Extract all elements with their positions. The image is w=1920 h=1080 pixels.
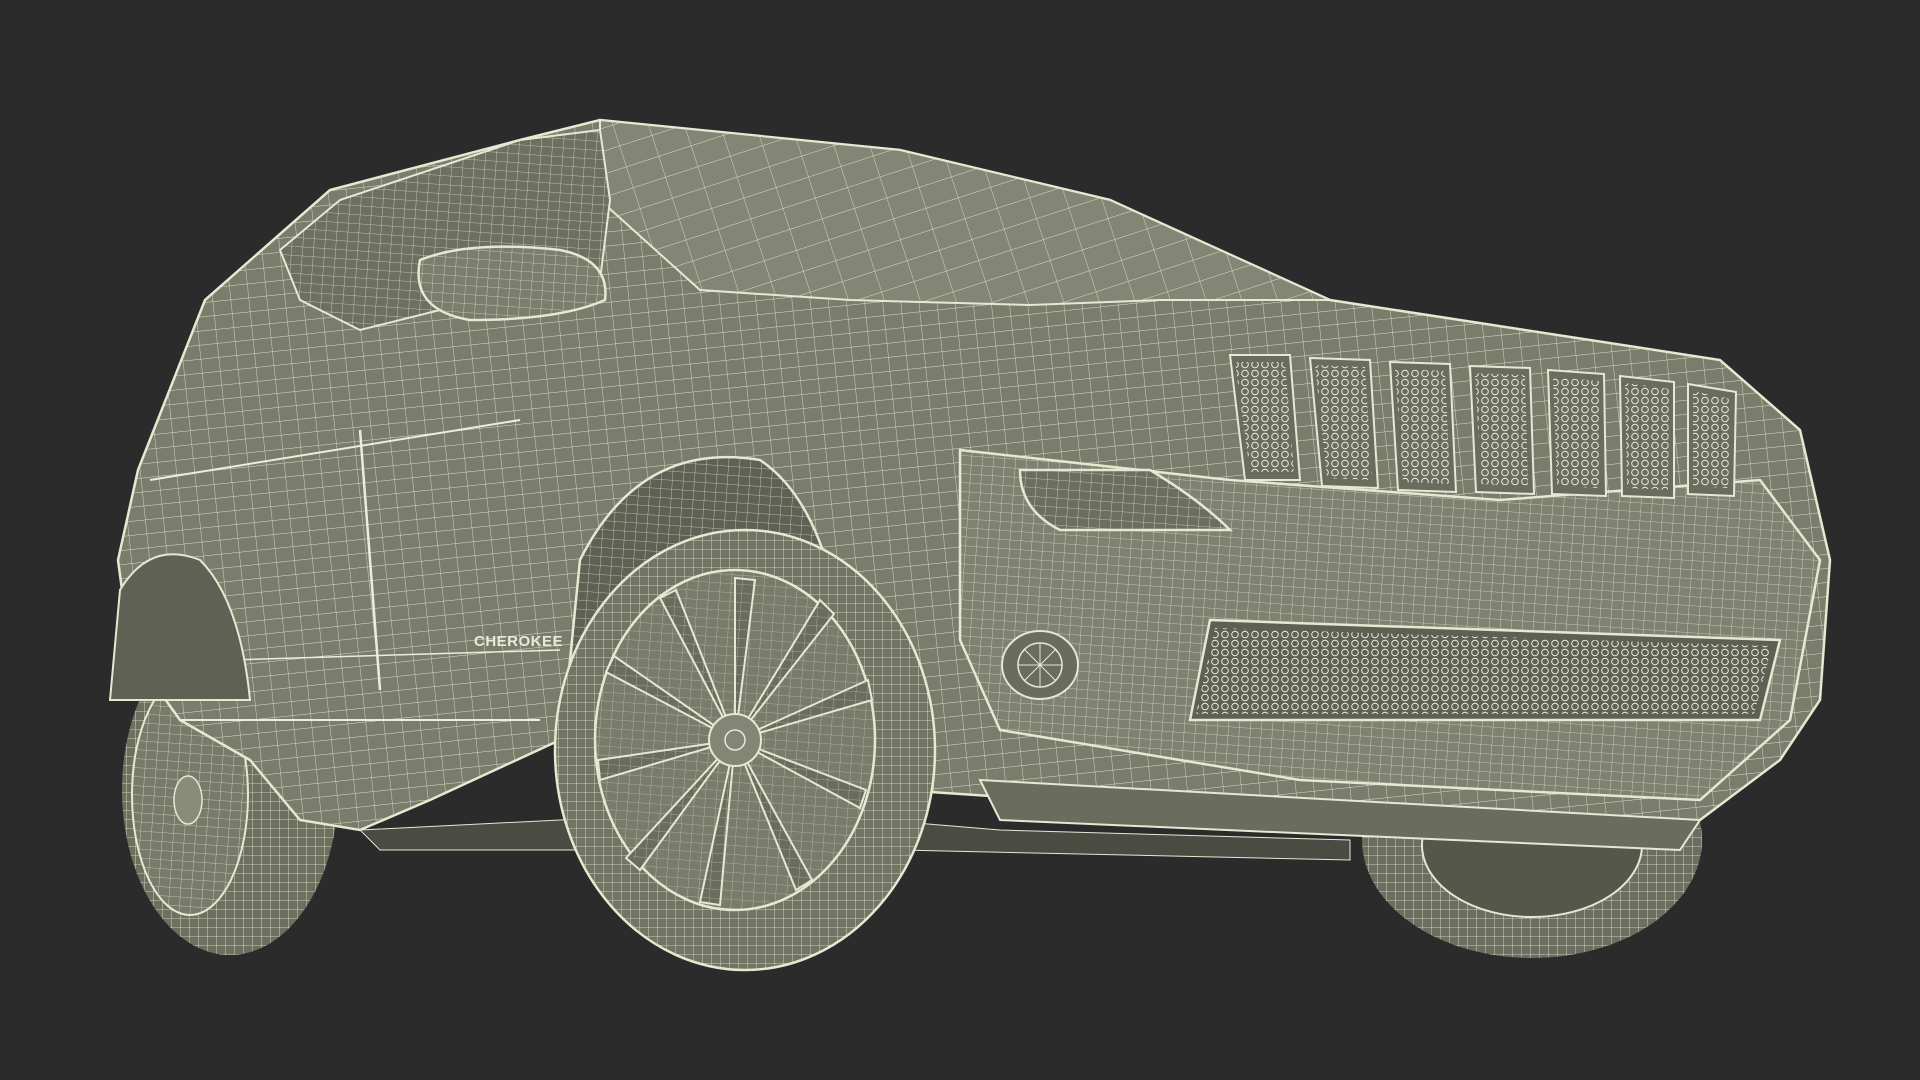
wireframe-render: CHEROKEE — [108, 118, 1832, 972]
fog-light — [1001, 630, 1079, 700]
render-viewport: CHEROKEE — [0, 0, 1920, 1080]
front-left-wheel — [553, 528, 937, 972]
cherokee-badge: CHEROKEE — [474, 633, 563, 650]
vehicle-body — [108, 118, 1832, 852]
